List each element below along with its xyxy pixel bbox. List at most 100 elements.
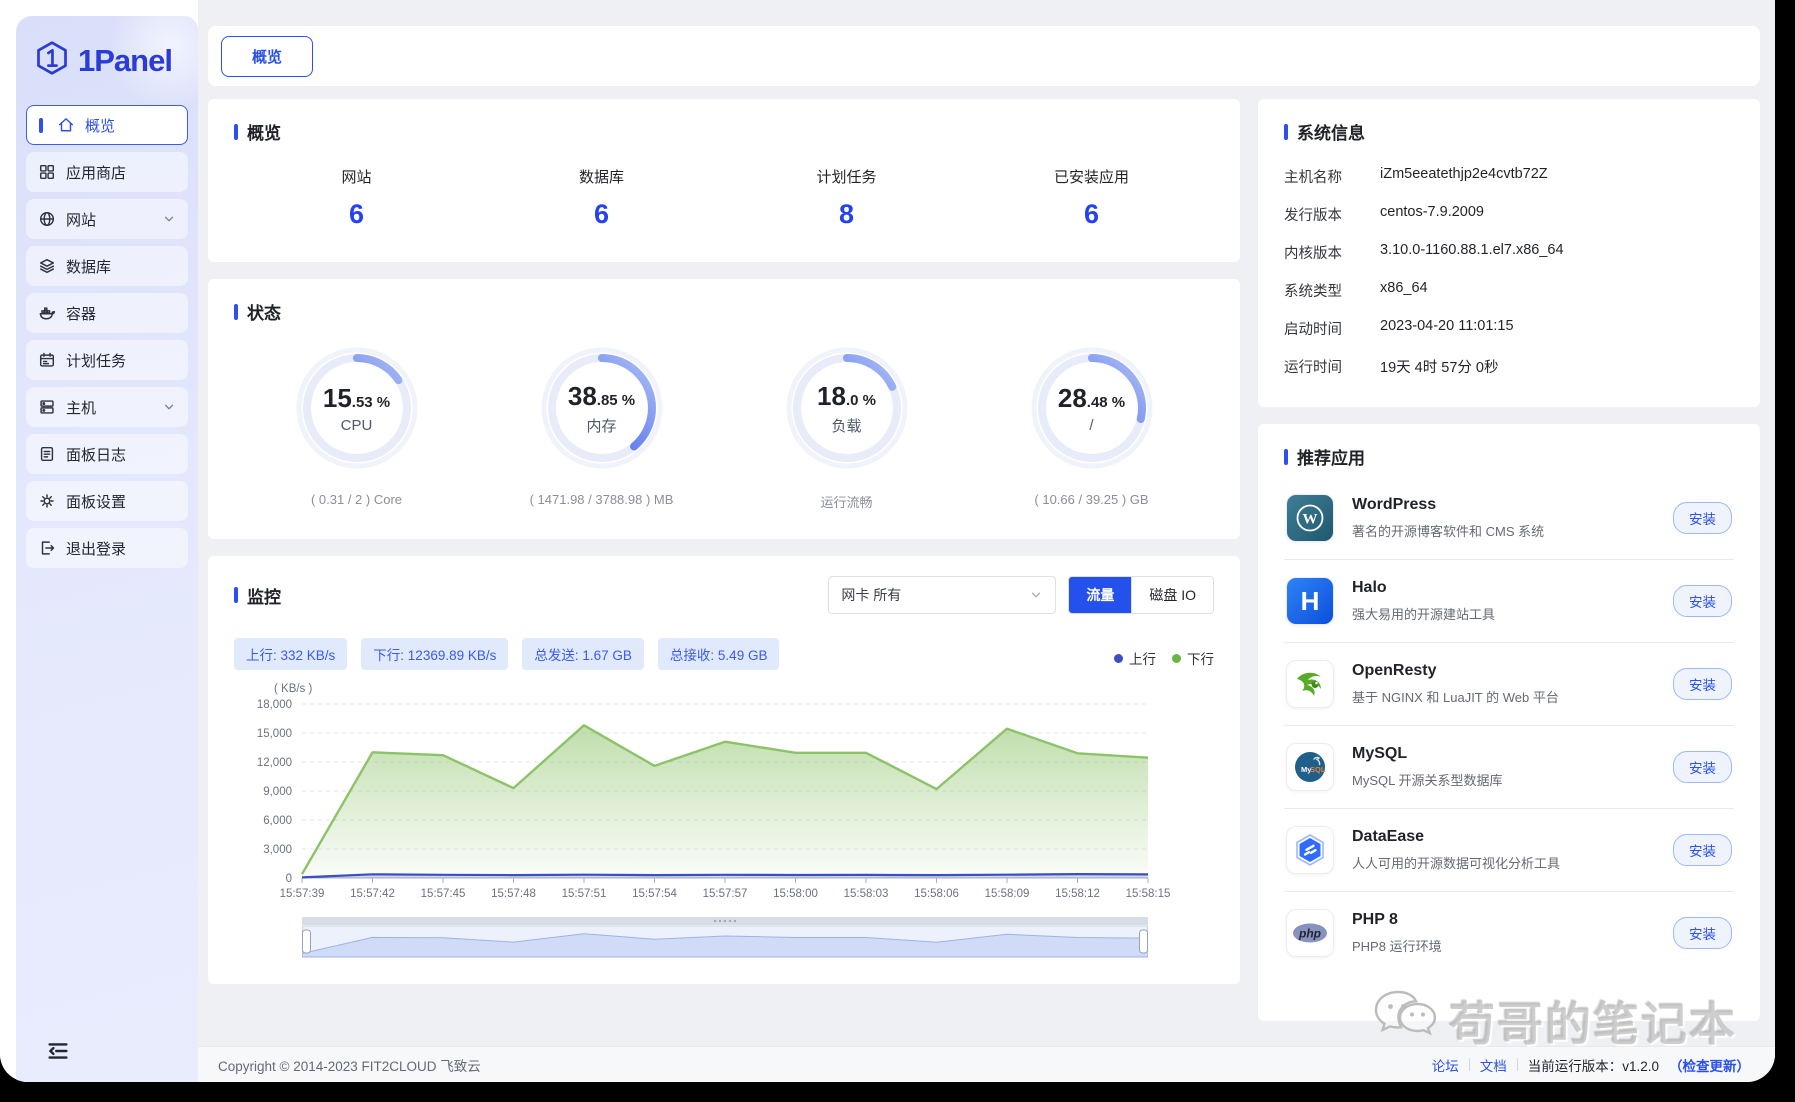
status-section-title: 状态 [247, 299, 281, 324]
install-button[interactable]: 安装 [1673, 917, 1732, 949]
app-description: MySQL 开源关系型数据库 [1352, 770, 1655, 789]
install-button[interactable]: 安装 [1673, 834, 1732, 866]
info-value: centos-7.9.2009 [1380, 204, 1484, 225]
section-accent-bar [234, 587, 238, 603]
system-info-rows: 主机名称 iZm5eeatethjp2e4cvtb72Z 发行版本 centos… [1284, 166, 1734, 377]
sidebar-item-app-store[interactable]: 应用商店 [26, 152, 188, 192]
legend-上行[interactable]: 上行 [1114, 648, 1156, 668]
footer-links: 论坛 文档 当前运行版本：v1.2.0 （检查更新） [1432, 1055, 1750, 1075]
footer-divider [1469, 1058, 1470, 1071]
gauge-value: 28.48 % [1058, 383, 1125, 414]
install-button[interactable]: 安装 [1673, 751, 1732, 783]
install-button[interactable]: 安装 [1673, 502, 1732, 534]
sidebar-item-host[interactable]: 主机 [26, 387, 188, 427]
sidebar-item-settings[interactable]: 面板设置 [26, 481, 188, 521]
stat-value[interactable]: 6 [479, 199, 724, 230]
sidebar-item-globe[interactable]: 网站 [26, 199, 188, 239]
stat-value[interactable]: 6 [969, 199, 1214, 230]
svg-text:15:57:42: 15:57:42 [350, 888, 395, 900]
chart-legend: 上行 下行 [1114, 648, 1214, 670]
check-update-link[interactable]: （检查更新） [1669, 1055, 1750, 1075]
info-label: 系统类型 [1284, 280, 1380, 301]
sidebar-item-container[interactable]: 容器 [26, 293, 188, 333]
sidebar-item-logout[interactable]: 退出登录 [26, 528, 188, 568]
app-list: W WordPress 著名的开源博客软件和 CMS 系统 安装 H Halo … [1284, 477, 1734, 974]
monitor-view-toggle: 流量 磁盘 IO [1068, 576, 1214, 614]
svg-text:SQL: SQL [1310, 765, 1326, 774]
forum-link[interactable]: 论坛 [1432, 1055, 1459, 1075]
section-accent-bar [234, 304, 238, 320]
dataease-icon [1286, 826, 1334, 874]
brand-logo[interactable]: 1Panel [16, 16, 198, 81]
legend-dot [1172, 654, 1181, 663]
overview-section-title: 概览 [247, 119, 281, 144]
legend-下行[interactable]: 下行 [1172, 648, 1214, 668]
content: 概览 网站 6 数据库 6 计划任务 8 已安装应用 6 状态 [198, 86, 1775, 1021]
legend-dot [1114, 654, 1123, 663]
container-icon [38, 304, 56, 322]
app-store-icon [38, 163, 56, 181]
docs-link[interactable]: 文档 [1480, 1055, 1507, 1075]
install-button[interactable]: 安装 [1673, 668, 1732, 700]
svg-text:3,000: 3,000 [263, 844, 292, 856]
info-label: 发行版本 [1284, 204, 1380, 225]
chevron-down-icon [1029, 588, 1043, 602]
home-icon [57, 116, 75, 134]
sidebar-collapse-icon[interactable] [46, 1039, 70, 1068]
app-texts: MySQL MySQL 开源关系型数据库 [1352, 745, 1655, 789]
info-row: 发行版本 centos-7.9.2009 [1284, 204, 1734, 225]
chevron-down-icon [162, 212, 176, 226]
version-text: 当前运行版本：v1.2.0 [1528, 1055, 1659, 1075]
overview-stat: 已安装应用 6 [969, 166, 1214, 230]
overview-stats: 网站 6 数据库 6 计划任务 8 已安装应用 6 [234, 166, 1214, 236]
sidebar-item-label: 概览 [85, 115, 115, 136]
svg-text:15:58:15: 15:58:15 [1126, 888, 1171, 900]
sidebar-item-label: 应用商店 [66, 162, 126, 183]
mysql-icon: MySQL [1286, 743, 1334, 791]
stat-label: 计划任务 [724, 166, 969, 187]
active-indicator [39, 118, 43, 133]
gauge-value: 15.53 % [323, 383, 390, 414]
copyright-text: Copyright © 2014-2023 FIT2CLOUD 飞致云 [218, 1055, 481, 1075]
info-value: 2023-04-20 11:01:15 [1380, 318, 1514, 339]
section-accent-bar [1284, 449, 1288, 465]
svg-text:15:58:03: 15:58:03 [844, 888, 889, 900]
tab-overview[interactable]: 概览 [221, 36, 313, 77]
sidebar-item-label: 网站 [66, 209, 96, 230]
php-icon: php [1286, 909, 1334, 957]
toggle-disk-io[interactable]: 磁盘 IO [1131, 577, 1213, 613]
chart-datazoom-slider[interactable] [302, 917, 1148, 966]
sidebar-item-home[interactable]: 概览 [26, 105, 188, 145]
sidebar-item-logs[interactable]: 面板日志 [26, 434, 188, 474]
info-row: 主机名称 iZm5eeatethjp2e4cvtb72Z [1284, 166, 1734, 187]
app-name: Halo [1352, 579, 1655, 597]
app-texts: Halo 强大易用的开源建站工具 [1352, 579, 1655, 623]
app-name: WordPress [1352, 496, 1655, 514]
toggle-traffic[interactable]: 流量 [1069, 577, 1131, 613]
sidebar-item-calendar[interactable]: 计划任务 [26, 340, 188, 380]
sidebar-item-label: 退出登录 [66, 538, 126, 559]
recommended-apps-card: 推荐应用 W WordPress 著名的开源博客软件和 CMS 系统 安装 H … [1258, 424, 1760, 1021]
stat-label: 数据库 [479, 166, 724, 187]
stat-value[interactable]: 8 [724, 199, 969, 230]
app-description: 基于 NGINX 和 LuaJIT 的 Web 平台 [1352, 687, 1655, 706]
app-row-openresty: OpenResty 基于 NGINX 和 LuaJIT 的 Web 平台 安装 [1284, 643, 1734, 726]
app-row-mysql: MySQL MySQL MySQL 开源关系型数据库 安装 [1284, 726, 1734, 809]
tab-bar: 概览 [208, 26, 1760, 86]
globe-icon [38, 210, 56, 228]
app-name: MySQL [1352, 745, 1655, 763]
svg-text:15:57:39: 15:57:39 [280, 888, 325, 900]
stat-value[interactable]: 6 [234, 199, 479, 230]
sidebar-item-database[interactable]: 数据库 [26, 246, 188, 286]
install-button[interactable]: 安装 [1673, 585, 1732, 617]
logout-icon [38, 539, 56, 557]
nic-select[interactable]: 网卡 所有 [828, 576, 1056, 614]
section-accent-bar [1284, 124, 1288, 140]
info-row: 运行时间 19天 4时 57分 0秒 [1284, 356, 1734, 377]
gauge-caption: ( 10.66 / 39.25 ) GB [1034, 492, 1148, 507]
app-description: PHP8 运行环境 [1352, 936, 1655, 955]
wordpress-icon: W [1286, 494, 1334, 542]
stat-label: 网站 [234, 166, 479, 187]
right-column: 系统信息 主机名称 iZm5eeatethjp2e4cvtb72Z 发行版本 c… [1258, 99, 1760, 1021]
traffic-chip: 下行: 12369.89 KB/s [361, 638, 508, 670]
